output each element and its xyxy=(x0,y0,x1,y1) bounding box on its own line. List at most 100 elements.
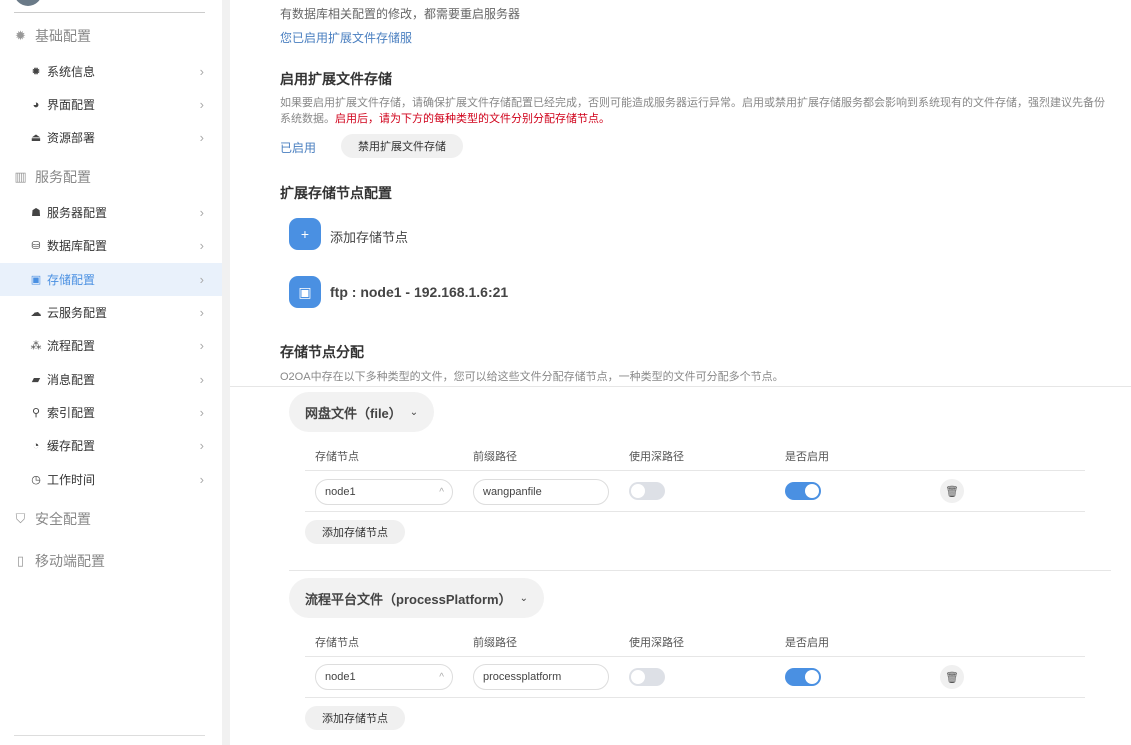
divider xyxy=(14,12,205,13)
timer-icon: ◷ xyxy=(31,474,41,486)
item-label: 消息配置 xyxy=(47,373,96,387)
column-header: 是否启用 xyxy=(785,451,829,463)
prefix-input[interactable]: processplatform xyxy=(473,664,609,690)
assign-description: O2OA中存在以下多种类型的文件，您可以给这些文件分配存储节点，一种类型的文件可… xyxy=(280,371,784,383)
avatar[interactable] xyxy=(14,0,42,6)
item-label: 数据库配置 xyxy=(47,239,108,253)
section-mobile[interactable]: ▯ 移动端配置 xyxy=(14,551,105,571)
file-type-dropdown[interactable]: 网盘文件（file） ⌄ xyxy=(289,392,435,432)
sidebar-item-database[interactable]: ⛁ 数据库配置 › xyxy=(0,229,222,262)
sidebar-item-storage[interactable]: ▣ 存储配置 › xyxy=(0,263,222,296)
sidebar-item-message[interactable]: ▰ 消息配置 › xyxy=(0,363,222,396)
column-header: 是否启用 xyxy=(785,637,829,649)
chevron-right-icon: › xyxy=(199,438,204,453)
gear-icon: ✹ xyxy=(31,66,41,78)
flow-icon: ⁂ xyxy=(30,340,42,352)
section-label: 移动端配置 xyxy=(35,553,105,569)
sidebar-item-index[interactable]: ⚲ 索引配置 › xyxy=(0,396,222,429)
chevron-up-icon: ^ xyxy=(439,486,444,498)
enable-title: 启用扩展文件存储 xyxy=(280,71,392,87)
enabled-toggle[interactable] xyxy=(785,482,821,500)
server-user-icon: ☗ xyxy=(31,207,41,219)
add-storage-node-button[interactable]: 添加存储节点 xyxy=(305,520,405,544)
column-header: 使用深路径 xyxy=(629,451,684,463)
section-basic[interactable]: ✹ 基础配置 xyxy=(14,26,91,46)
divider xyxy=(305,511,1085,512)
pie-icon: ◔ xyxy=(32,439,40,452)
intro-text: 有数据库相关配置的修改，都需要重启服务器 xyxy=(280,7,521,21)
add-node-button[interactable]: + xyxy=(289,218,321,250)
sidebar-item-deploy[interactable]: ⏏ 资源部署 › xyxy=(0,121,222,154)
item-label: 系统信息 xyxy=(47,65,96,79)
chevron-right-icon: › xyxy=(199,338,204,353)
column-header: 存储节点 xyxy=(315,637,359,649)
mobile-icon: ▯ xyxy=(16,553,25,568)
prefix-input[interactable]: wangpanfile xyxy=(473,479,609,505)
chevron-right-icon: › xyxy=(199,305,204,320)
sidebar-item-system-info[interactable]: ✹ 系统信息 › xyxy=(0,55,222,88)
deep-path-toggle[interactable] xyxy=(629,668,665,686)
sidebar: ✹ 基础配置 ✹ 系统信息 › ◕ 界面配置 › ⏏ 资源部署 › ▥ 服务配置 ☗ 服务器配置 ›… xyxy=(0,0,230,745)
sidebar-item-cache[interactable]: ◔ 缓存配置 › xyxy=(0,429,222,462)
item-label: 资源部署 xyxy=(47,131,96,145)
warning-text: 启用后，请为下方的每种类型的文件分别分配存储节点。 xyxy=(335,113,610,125)
node-label[interactable]: ftp : node1 - 192.168.1.6:21 xyxy=(330,284,508,300)
trash-icon: 🗑 xyxy=(945,671,959,684)
sidebar-item-ui[interactable]: ◕ 界面配置 › xyxy=(0,88,222,121)
chevron-down-icon: ⌄ xyxy=(409,406,419,418)
sidebar-item-flow[interactable]: ⁂ 流程配置 › xyxy=(0,329,222,362)
delete-row-button[interactable]: 🗑 xyxy=(940,665,964,689)
item-label: 工作时间 xyxy=(47,473,96,487)
message-icon: ▰ xyxy=(31,374,41,386)
section-service[interactable]: ▥ 服务配置 xyxy=(14,167,91,187)
item-label: 缓存配置 xyxy=(47,439,96,453)
item-label: 索引配置 xyxy=(47,406,96,420)
item-label: 存储配置 xyxy=(47,273,96,287)
item-label: 流程配置 xyxy=(47,339,96,353)
enabled-notice: 您已启用扩展文件存储服 xyxy=(280,31,413,45)
input-value: processplatform xyxy=(483,671,562,683)
node-select[interactable]: node1 ^ xyxy=(315,664,453,690)
column-header: 存储节点 xyxy=(315,451,359,463)
section-label: 基础配置 xyxy=(35,28,91,44)
chevron-down-icon: ⌄ xyxy=(519,592,528,604)
disable-storage-button[interactable]: 禁用扩展文件存储 xyxy=(341,134,463,158)
shield-icon: ⛉ xyxy=(15,511,26,526)
column-header: 前缀路径 xyxy=(473,637,517,649)
divider xyxy=(305,470,1085,471)
toggle-knob xyxy=(805,670,819,684)
chevron-right-icon: › xyxy=(199,64,204,79)
nodes-title: 扩展存储节点配置 xyxy=(280,185,392,201)
enable-description: 如果要启用扩展文件存储，请确保扩展文件存储配置已经完成，否则可能造成服务器运行异… xyxy=(280,95,1110,127)
toggle-knob xyxy=(805,484,819,498)
database-icon: ⛁ xyxy=(31,240,41,252)
divider xyxy=(14,735,205,736)
select-value: node1 xyxy=(325,486,356,498)
add-storage-node-button[interactable]: 添加存储节点 xyxy=(305,706,405,730)
sidebar-item-cloud[interactable]: ☁ 云服务配置 › xyxy=(0,296,222,329)
column-header: 前缀路径 xyxy=(473,451,517,463)
palette-icon: ◕ xyxy=(32,98,40,111)
sidebar-item-server[interactable]: ☗ 服务器配置 › xyxy=(0,196,222,229)
sidebar-item-worktime[interactable]: ◷ 工作时间 › xyxy=(0,463,222,496)
gear-icon: ✹ xyxy=(15,28,26,43)
enabled-toggle[interactable] xyxy=(785,668,821,686)
node-icon-button[interactable]: ▣ xyxy=(289,276,321,308)
chevron-right-icon: › xyxy=(199,238,204,253)
file-type-dropdown[interactable]: 流程平台文件（processPlatform） ⌄ xyxy=(289,578,544,618)
plus-icon: + xyxy=(300,226,310,242)
deep-path-toggle[interactable] xyxy=(629,482,665,500)
node-select[interactable]: node1 ^ xyxy=(315,479,453,505)
chevron-right-icon: › xyxy=(199,205,204,220)
divider xyxy=(230,386,1131,387)
section-security[interactable]: ⛉ 安全配置 xyxy=(14,509,91,529)
input-value: wangpanfile xyxy=(483,486,542,498)
storage-icon: ▣ xyxy=(298,283,312,300)
item-label: 界面配置 xyxy=(47,98,96,112)
assign-title: 存储节点分配 xyxy=(280,344,364,360)
select-value: node1 xyxy=(325,671,356,683)
add-node-label[interactable]: 添加存储节点 xyxy=(330,227,408,246)
section-label: 服务配置 xyxy=(35,169,91,185)
delete-row-button[interactable]: 🗑 xyxy=(940,479,964,503)
cloud-icon: ☁ xyxy=(30,307,42,319)
